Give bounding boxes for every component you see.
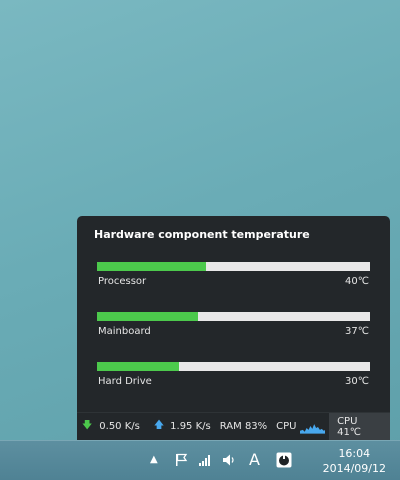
monitor-strip[interactable]: 🡇 0.50 K/s 🡅 1.95 K/s RAM 83% CPU CPU 41… bbox=[77, 412, 390, 440]
temperature-popup: Hardware component temperature Processor… bbox=[77, 216, 390, 412]
temperature-bar bbox=[97, 362, 370, 371]
download-arrow-icon: 🡇 bbox=[82, 420, 93, 431]
sensor-temp: 30℃ bbox=[345, 376, 369, 387]
sensor-name: Hard Drive bbox=[98, 376, 152, 387]
download-speed: 0.50 K/s bbox=[99, 421, 140, 432]
temperature-bar-fill bbox=[97, 362, 179, 371]
speaker-icon[interactable] bbox=[222, 453, 236, 467]
chevron-up-icon[interactable]: ▲ bbox=[150, 454, 158, 465]
flag-icon[interactable] bbox=[174, 453, 188, 467]
cpu-usage-graph-icon bbox=[299, 423, 326, 434]
sensor-temp: 40℃ bbox=[345, 276, 369, 287]
taskbar: ▲ A 16:04 2014/09/12 bbox=[0, 440, 400, 480]
clock-date: 2014/09/12 bbox=[322, 462, 386, 475]
sensor-hard-drive: Hard Drive 30℃ bbox=[97, 362, 370, 387]
cpu-label: CPU bbox=[276, 421, 297, 432]
popup-title: Hardware component temperature bbox=[94, 228, 310, 241]
upload-speed: 1.95 K/s bbox=[170, 421, 211, 432]
input-method-indicator[interactable]: A bbox=[249, 450, 260, 469]
taskbar-clock[interactable]: 16:04 2014/09/12 bbox=[323, 446, 386, 476]
sensor-temp: 37℃ bbox=[345, 326, 369, 337]
temperature-bar-fill bbox=[97, 262, 207, 271]
clock-time: 16:04 bbox=[338, 447, 371, 460]
signal-icon[interactable] bbox=[198, 453, 212, 467]
temperature-bar bbox=[97, 312, 370, 321]
temperature-bar-fill bbox=[97, 312, 198, 321]
ram-usage: RAM 83% bbox=[219, 421, 268, 432]
sensor-name: Mainboard bbox=[98, 326, 151, 337]
cpu-temperature: CPU 41℃ bbox=[329, 413, 390, 440]
sensor-name: Processor bbox=[98, 276, 147, 287]
temperature-bar bbox=[97, 262, 370, 271]
upload-arrow-icon: 🡅 bbox=[153, 420, 165, 431]
sensor-mainboard: Mainboard 37℃ bbox=[97, 312, 370, 337]
sensor-processor: Processor 40℃ bbox=[97, 262, 370, 287]
app-tray-icon[interactable] bbox=[276, 452, 292, 468]
